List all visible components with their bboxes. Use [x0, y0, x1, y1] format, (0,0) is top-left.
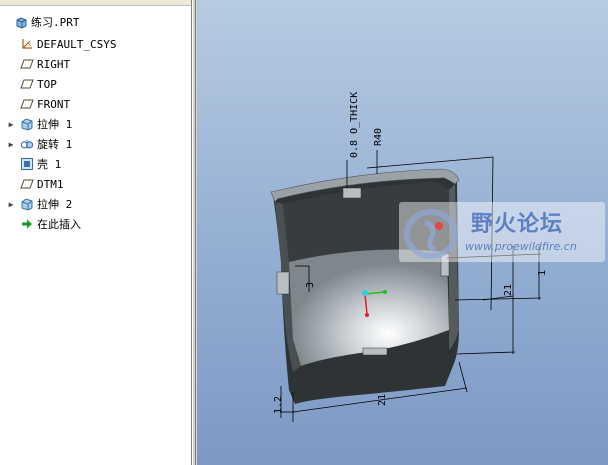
- snap-tab: [342, 187, 362, 199]
- tree-item-label: 在此插入: [37, 218, 81, 231]
- dim-3[interactable]: 3: [305, 282, 316, 288]
- tree-item-label: RIGHT: [37, 57, 71, 71]
- datum-plane-icon: [20, 57, 34, 71]
- tree-item-label: 壳 1: [37, 158, 62, 171]
- snap-tab: [362, 347, 388, 356]
- datum-plane-icon: [20, 177, 34, 191]
- tree-item-dtm1[interactable]: DTM1: [0, 174, 191, 194]
- snap-tab: [276, 271, 290, 295]
- extrude-icon: [20, 117, 34, 131]
- tree-item-front[interactable]: FRONT: [0, 94, 191, 114]
- dim-radius[interactable]: R40: [373, 128, 384, 146]
- tree-item-label: DEFAULT_CSYS: [37, 37, 117, 51]
- model-tree-header-strip: [0, 0, 191, 6]
- dim-thickness[interactable]: 0.8 O_THICK: [349, 92, 360, 158]
- tree-item-insert-here[interactable]: 在此插入: [0, 214, 191, 234]
- datum-plane-icon: [20, 77, 34, 91]
- dim-21-bottom[interactable]: 21: [377, 394, 388, 406]
- tree-item-revolve-1[interactable]: ▶ 旋转 1: [0, 134, 191, 154]
- tree-item-right[interactable]: RIGHT: [0, 54, 191, 74]
- svg-text:x: x: [28, 42, 31, 48]
- dim-21-right[interactable]: 21: [503, 284, 514, 296]
- graphics-viewport[interactable]: 0.8 O_THICK R40 3 1 21 21 1.2 野火论坛 www.p…: [197, 0, 608, 465]
- tree-item-top[interactable]: TOP: [0, 74, 191, 94]
- part-icon: [14, 15, 28, 29]
- watermark-url: www.proewildfire.cn: [465, 240, 577, 253]
- shell-icon: [20, 157, 34, 171]
- revolve-icon: [20, 137, 34, 151]
- tree-item-extrude-1[interactable]: ▶ 拉伸 1: [0, 114, 191, 134]
- insert-here-arrow-icon: [20, 217, 34, 231]
- expand-triangle-icon[interactable]: ▶: [6, 120, 16, 129]
- extrude-icon: [20, 197, 34, 211]
- tree-item-label: 旋转 1: [37, 138, 73, 151]
- tree-item-default-csys[interactable]: x DEFAULT_CSYS: [0, 34, 191, 54]
- tree-item-label: FRONT: [37, 97, 71, 111]
- dim-1[interactable]: 1: [537, 270, 548, 276]
- forum-watermark: 野火论坛 www.proewildfire.cn: [399, 202, 605, 262]
- tree-item-label: 拉伸 2: [37, 198, 73, 211]
- expand-triangle-icon[interactable]: ▶: [6, 200, 16, 209]
- tree-item-label: TOP: [37, 77, 57, 91]
- model-tree-panel: 练习.PRT x DEFAULT_CSYS RIGHT TOP FRONT ▶ …: [0, 0, 192, 465]
- tree-item-extrude-2[interactable]: ▶ 拉伸 2: [0, 194, 191, 214]
- tree-item-label: 练习.PRT: [31, 16, 80, 29]
- tree-item-shell-1[interactable]: 壳 1: [0, 154, 191, 174]
- dim-1-2[interactable]: 1.2: [273, 396, 284, 414]
- watermark-title: 野火论坛: [471, 212, 564, 237]
- tree-item-label: 拉伸 1: [37, 118, 73, 131]
- coordinate-system-icon: x: [20, 37, 34, 51]
- datum-plane-icon: [20, 97, 34, 111]
- tree-item-label: DTM1: [37, 177, 64, 191]
- flame-logo-icon: [404, 209, 458, 259]
- expand-triangle-icon[interactable]: ▶: [6, 140, 16, 149]
- tree-item-part[interactable]: 练习.PRT: [0, 12, 191, 32]
- panel-splitter[interactable]: [192, 0, 196, 465]
